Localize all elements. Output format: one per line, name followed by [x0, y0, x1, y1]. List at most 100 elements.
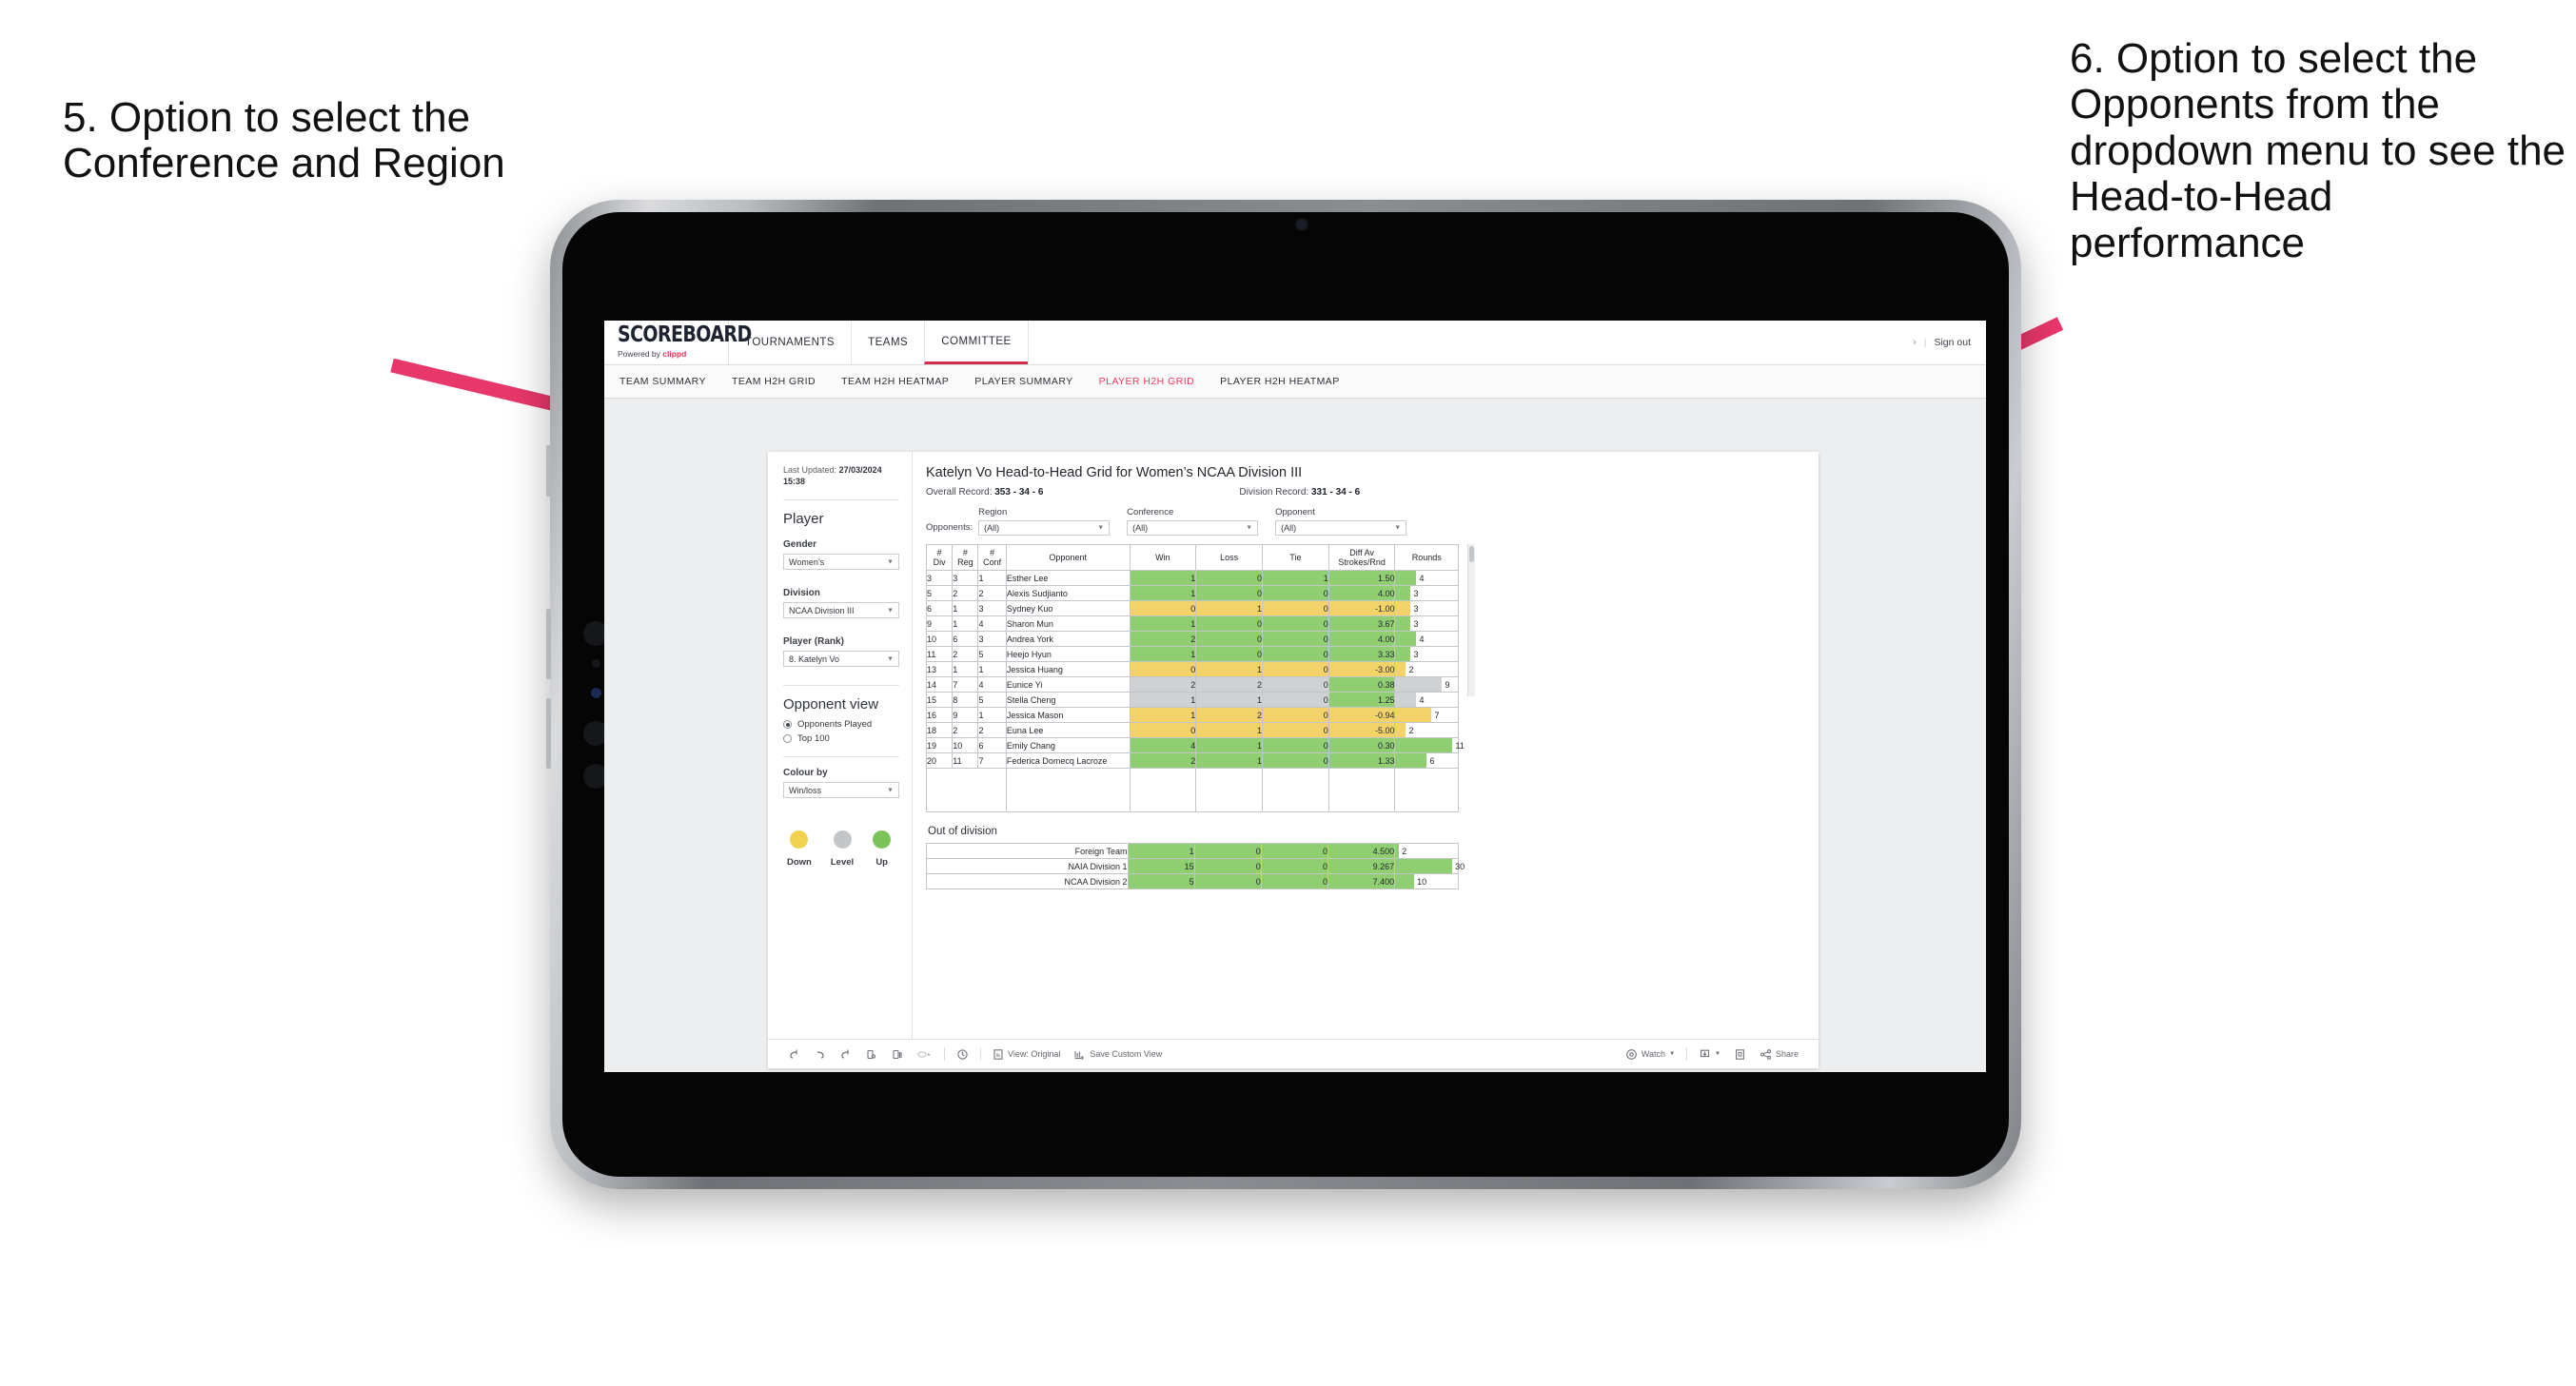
- table-row[interactable]: 9 1 4 Sharon Mun 1 0 0 3.67 3: [925, 615, 1459, 633]
- radio-opponents-played[interactable]: Opponents Played: [783, 719, 899, 730]
- cell-label: NCAA Division 2: [926, 873, 1129, 890]
- label-gender: Gender: [783, 539, 817, 551]
- grid-header-row: # Div # Reg # Conf Opponent Win Loss Tie Di…: [925, 543, 1459, 572]
- cell-tie: 0: [1262, 722, 1329, 739]
- table-row[interactable]: Foreign Team 1 0 0 4.500 2: [926, 843, 1459, 860]
- toolbar-divider-3: [1686, 1047, 1688, 1061]
- legend-label-level: Level: [830, 857, 855, 869]
- region-value: (All): [984, 523, 1000, 533]
- revert-button[interactable]: [833, 1048, 858, 1061]
- cell-reg: 2: [952, 646, 979, 663]
- device-button-volume-down[interactable]: [546, 609, 551, 679]
- cell-opponent: Eunice Yi: [1005, 676, 1131, 693]
- table-row[interactable]: 18 2 2 Euna Lee 0 1 0 -5.00 2: [925, 722, 1459, 739]
- chevron-down-icon: ▼: [1715, 1051, 1721, 1057]
- cell-opponent: Jessica Mason: [1005, 707, 1131, 724]
- scrollbar-thumb[interactable]: [1469, 546, 1474, 562]
- device-button-power[interactable]: [546, 698, 551, 769]
- rail-heading-player: Player: [783, 511, 824, 528]
- cell-reg: 8: [952, 692, 979, 709]
- col-loss[interactable]: Loss: [1195, 543, 1263, 572]
- col-div[interactable]: # Div: [925, 543, 954, 572]
- table-row[interactable]: 3 3 1 Esther Lee 1 0 1 1.50 4: [925, 570, 1459, 587]
- division-select[interactable]: NCAA Division III ▼: [783, 602, 899, 619]
- tab-player-h2h-heatmap[interactable]: PLAYER H2H HEATMAP: [1220, 376, 1340, 387]
- table-row[interactable]: 16 9 1 Jessica Mason 1 2 0 -0.94 7: [925, 707, 1459, 724]
- cell-diff: 0.38: [1327, 676, 1396, 693]
- history-button[interactable]: [950, 1048, 975, 1061]
- tab-player-summary[interactable]: PLAYER SUMMARY: [974, 376, 1072, 387]
- rail-divider-1: [783, 499, 899, 501]
- tab-team-h2h-grid[interactable]: TEAM H2H GRID: [732, 376, 816, 387]
- region-select[interactable]: (All) ▼: [978, 520, 1111, 536]
- cell-reg: 10: [952, 737, 979, 754]
- table-row[interactable]: 20 11 7 Federica Domecq Lacroze 2 1 0 1.33 6: [925, 752, 1459, 770]
- tab-player-h2h-grid[interactable]: PLAYER H2H GRID: [1099, 376, 1195, 387]
- nav-item-committee[interactable]: COMMITTEE: [924, 321, 1028, 364]
- chevron-down-icon: ▼: [1246, 524, 1253, 532]
- nav-item-teams[interactable]: TEAMS: [851, 321, 924, 364]
- opponent-label: Opponent: [1275, 507, 1315, 517]
- view-original-button[interactable]: View: Original: [986, 1048, 1067, 1061]
- col-reg[interactable]: # Reg: [952, 543, 979, 572]
- cell-win: 4: [1129, 737, 1197, 754]
- cell-rounds: 4: [1394, 570, 1459, 587]
- pause-refresh-button[interactable]: [884, 1048, 910, 1061]
- table-row[interactable]: 19 10 6 Emily Chang 4 1 0 0.30 11: [925, 737, 1465, 754]
- table-row[interactable]: 6 1 3 Sydney Kuo 0 1 0 -1.00 3: [925, 600, 1459, 617]
- legend-swatch-level: [833, 830, 852, 849]
- cell-reg: 11: [952, 752, 979, 770]
- table-row[interactable]: 10 6 3 Andrea York 2 0 0 4.00 4: [925, 631, 1459, 648]
- cell-div: 6: [925, 600, 954, 617]
- col-tie[interactable]: Tie: [1262, 543, 1329, 572]
- cell-tie: 0: [1262, 585, 1329, 602]
- share-button[interactable]: Share: [1753, 1048, 1805, 1061]
- radio-top-100[interactable]: Top 100: [783, 733, 899, 744]
- cell-rounds: 2: [1394, 843, 1459, 860]
- col-rounds[interactable]: Rounds: [1394, 543, 1459, 572]
- cell-win: 1: [1129, 570, 1197, 587]
- table-row[interactable]: NAIA Division 1 15 0 0 9.267 30: [926, 858, 1465, 875]
- table-row[interactable]: 5 2 2 Alexis Sudjianto 1 0 0 4.00 3: [925, 585, 1459, 602]
- table-row[interactable]: 15 8 5 Stella Cheng 1 1 0 1.25 4: [925, 692, 1459, 709]
- save-custom-view-button[interactable]: Save Custom View: [1067, 1048, 1169, 1061]
- device-button-volume-up[interactable]: [546, 445, 551, 497]
- cell-label: Foreign Team: [926, 843, 1129, 860]
- redo-button[interactable]: [807, 1048, 833, 1061]
- colour-by-select[interactable]: Win/loss ▼: [783, 782, 899, 799]
- player-rank-select[interactable]: 8. Katelyn Vo ▼: [783, 651, 899, 668]
- table-row[interactable]: 13 1 1 Jessica Huang 0 1 0 -3.00 2: [925, 661, 1459, 678]
- download-button[interactable]: ▼: [1692, 1048, 1727, 1061]
- label-player-rank: Player (Rank): [783, 636, 844, 648]
- refresh-button[interactable]: [858, 1048, 884, 1061]
- watch-button[interactable]: Watch ▼: [1619, 1048, 1681, 1061]
- table-row[interactable]: 11 2 5 Heejo Hyun 1 0 0 3.33 3: [925, 646, 1459, 663]
- app-sub-nav: TEAM SUMMARY TEAM H2H GRID TEAM H2H HEAT…: [604, 365, 1986, 399]
- conference-value: (All): [1132, 523, 1149, 533]
- sign-out-link[interactable]: Sign out: [1934, 337, 1971, 348]
- cell-div: 11: [925, 646, 954, 663]
- tab-team-h2h-heatmap[interactable]: TEAM H2H HEATMAP: [841, 376, 949, 387]
- conference-select[interactable]: (All) ▼: [1127, 520, 1259, 536]
- table-row[interactable]: 14 7 4 Eunice Yi 2 2 0 0.38 9: [925, 676, 1459, 693]
- grid-scrollbar[interactable]: [1467, 544, 1475, 696]
- gender-select[interactable]: Women’s ▼: [783, 554, 899, 571]
- opponent-select[interactable]: (All) ▼: [1275, 520, 1407, 536]
- cell-reg: 1: [952, 615, 979, 633]
- col-conf[interactable]: # Conf: [977, 543, 1007, 572]
- undo-button[interactable]: [781, 1048, 807, 1061]
- fullscreen-button[interactable]: [1727, 1048, 1753, 1061]
- brand-logo[interactable]: SCOREBOARD Powered by clippd: [604, 321, 752, 364]
- table-row[interactable]: NCAA Division 2 5 0 0 7.400 10: [926, 873, 1459, 890]
- cell-tie: 0: [1262, 631, 1329, 648]
- col-diff[interactable]: Diff Av Strokes/Rnd: [1327, 543, 1396, 572]
- chevron-right-icon[interactable]: ›: [1913, 337, 1917, 348]
- tab-team-summary[interactable]: TEAM SUMMARY: [619, 376, 706, 387]
- nav-divider: |: [1923, 337, 1927, 348]
- pause-button[interactable]: [910, 1048, 939, 1061]
- toolbar-divider-1: [944, 1047, 945, 1061]
- col-win[interactable]: Win: [1129, 543, 1197, 572]
- col-opponent[interactable]: Opponent: [1005, 543, 1131, 572]
- chevron-down-icon: ▼: [887, 607, 894, 615]
- cell-tie: 0: [1262, 737, 1329, 754]
